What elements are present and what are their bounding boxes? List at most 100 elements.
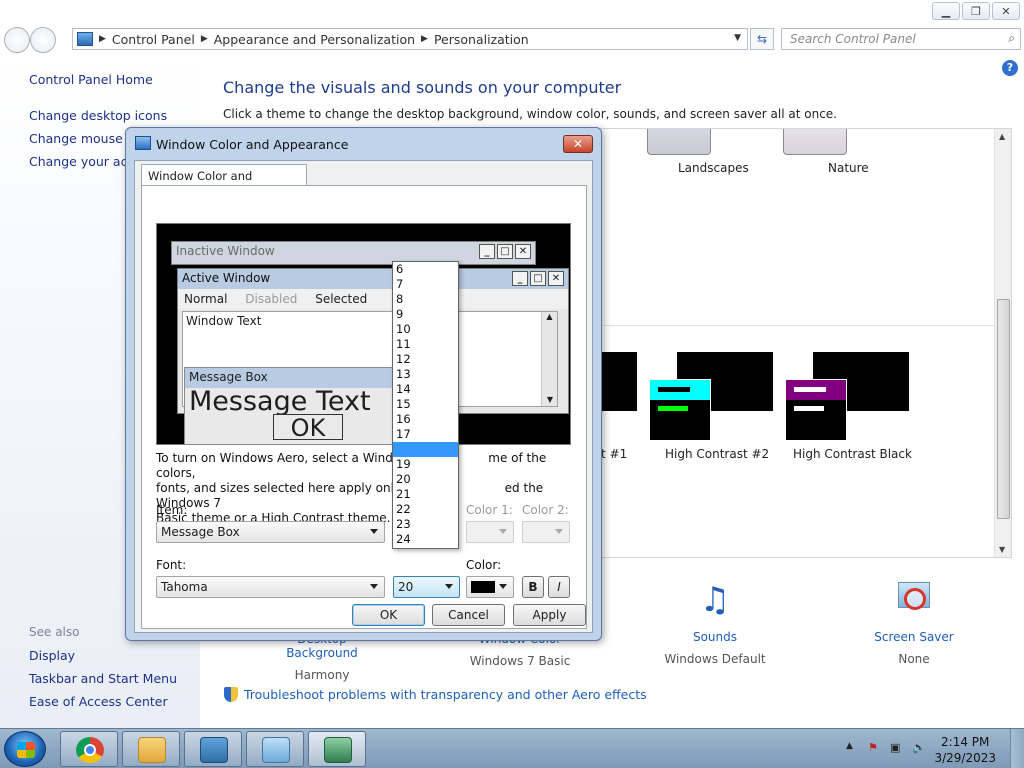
taskbar-chrome[interactable] [60,731,118,767]
font-size-option[interactable]: 16 [393,412,458,427]
chevron-down-icon [445,584,453,589]
display-link[interactable]: Display [29,648,75,663]
search-input[interactable]: Search Control Panel ⌕ [781,28,1021,50]
font-select[interactable]: Tahoma [156,576,385,598]
taskbar-control-panel[interactable] [246,731,304,767]
font-size-option[interactable]: 23 [393,517,458,532]
network-icon[interactable]: ▣ [890,741,904,755]
high-contrast-2-label[interactable]: High Contrast #2 [665,447,769,461]
chevron-down-icon [499,529,507,534]
font-size-option[interactable]: 24 [393,532,458,547]
color2-picker[interactable] [522,521,570,543]
ok-button[interactable]: OK [352,604,425,626]
menu-normal: Normal [184,292,228,306]
font-size-option[interactable]: 12 [393,352,458,367]
clock[interactable]: 2:14 PM 3/29/2023 [934,734,996,766]
font-size-option[interactable]: 19 [393,457,458,472]
font-size-option[interactable]: 13 [393,367,458,382]
scroll-up-icon[interactable]: ▲ [999,132,1005,141]
high-contrast-1-thumbnail[interactable] [601,352,637,411]
high-contrast-black-label[interactable]: High Contrast Black [793,447,912,461]
preview-scrollbar: ▲ ▼ [541,312,557,406]
font-size-option[interactable]: 15 [393,397,458,412]
breadcrumb-control-panel[interactable]: Control Panel [112,32,195,47]
color1-picker[interactable] [466,521,514,543]
window-color-appearance-dialog: Window Color and Appearance ✕ Window Col… [125,127,602,641]
screen-saver-item[interactable]: Screen Saver None [854,578,974,666]
sounds-item[interactable]: ♫ Sounds Windows Default [655,578,775,666]
nature-theme-thumbnail[interactable] [783,129,847,155]
show-hidden-icons[interactable]: ▲ [846,741,860,755]
volume-icon[interactable]: 🔈 [912,741,926,755]
breadcrumb-arrow-icon: ▶ [99,34,106,44]
control-panel-home-link[interactable]: Control Panel Home [29,72,153,87]
dialog-close-button[interactable]: ✕ [563,135,593,153]
item-select[interactable]: Message Box [156,521,385,543]
address-dropdown-icon[interactable]: ▼ [734,33,741,43]
font-size-dropdown-list[interactable]: 6 7 8 9 10 11 12 13 14 15 16 17 19 20 21 22 23 24 [392,261,459,549]
scroll-down-icon[interactable]: ▼ [999,545,1005,554]
font-label: Font: [156,558,187,572]
taskbar-start-menu-link[interactable]: Taskbar and Start Menu [29,671,177,686]
font-color-picker[interactable] [466,576,514,598]
bold-button[interactable]: B [522,576,544,598]
high-contrast-black-preview [785,379,847,441]
address-bar[interactable]: ▶ Control Panel ▶ Appearance and Persona… [72,28,748,50]
maximize-button[interactable]: ❐ [962,2,990,20]
sounds-value: Windows Default [664,652,766,666]
font-size-option[interactable]: 11 [393,337,458,352]
font-size-option[interactable]: 20 [393,472,458,487]
font-size-option[interactable]: 14 [393,382,458,397]
forward-button[interactable] [30,27,56,53]
nature-theme-label[interactable]: Nature [828,161,869,175]
landscapes-theme-thumbnail[interactable] [647,129,711,155]
themes-scrollbar[interactable]: ▲ ▼ [994,129,1011,557]
color-swatch [471,581,495,593]
change-desktop-icons-link[interactable]: Change desktop icons [29,108,167,123]
troubleshoot-link[interactable]: Troubleshoot problems with transparency … [224,687,647,702]
refresh-button[interactable]: ⇆ [750,28,774,50]
screen-saver-link[interactable]: Screen Saver [854,630,974,644]
show-desktop-button[interactable] [1010,729,1024,768]
maximize-icon: □ [530,271,546,286]
close-icon: ✕ [515,244,531,259]
font-size-option[interactable]: 10 [393,322,458,337]
font-size-option[interactable]: 17 [393,427,458,442]
tab-window-color-appearance[interactable]: Window Color and Appearance [141,164,307,197]
minimize-button[interactable]: ▁ [932,2,960,20]
close-button[interactable]: ✕ [992,2,1020,20]
ease-of-access-link[interactable]: Ease of Access Center [29,694,168,709]
help-icon[interactable]: ? [1002,60,1018,76]
font-size-option[interactable]: 22 [393,502,458,517]
color-label: Color: [466,558,502,572]
menu-selected: Selected [315,292,368,306]
scroll-thumb[interactable] [997,299,1010,519]
italic-button[interactable]: I [548,576,570,598]
font-size-option[interactable]: 21 [393,487,458,502]
font-size-select[interactable]: 20 [393,576,460,598]
sounds-link[interactable]: Sounds [655,630,775,644]
dialog-app-icon [135,136,151,150]
chrome-icon [76,737,104,763]
font-size-option[interactable] [393,442,458,457]
aero-info-text: To turn on Windows Aero, select a Window… [156,451,576,526]
font-size-option[interactable]: 7 [393,277,458,292]
apply-button[interactable]: Apply [513,604,586,626]
action-center-icon[interactable]: ⚑ [868,741,882,755]
breadcrumb-personalization[interactable]: Personalization [434,32,529,47]
high-contrast-1-label[interactable]: t #1 [601,447,627,461]
landscapes-theme-label[interactable]: Landscapes [678,161,749,175]
windows-logo-icon [17,742,35,758]
taskbar-media-player[interactable] [184,731,242,767]
font-size-option[interactable]: 9 [393,307,458,322]
back-button[interactable] [4,27,30,53]
taskbar-personalization[interactable] [308,731,366,767]
font-size-option[interactable]: 6 [393,262,458,277]
start-button[interactable] [4,731,46,767]
active-window-preview: Active Window _ □ ✕ Normal Disabled Sele… [177,268,569,445]
breadcrumb-appearance[interactable]: Appearance and Personalization [214,32,415,47]
address-row: ▶ Control Panel ▶ Appearance and Persona… [0,24,1024,54]
taskbar-explorer[interactable] [122,731,180,767]
cancel-button[interactable]: Cancel [432,604,505,626]
font-size-option[interactable]: 8 [393,292,458,307]
